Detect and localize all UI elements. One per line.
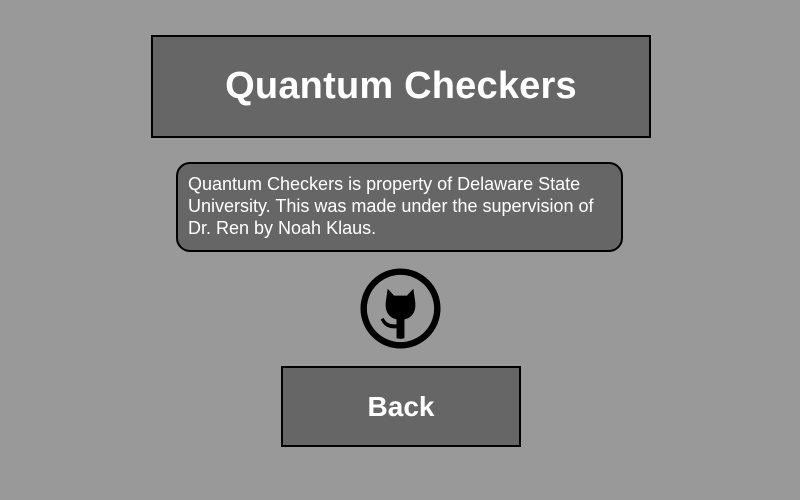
github-icon[interactable] — [359, 267, 442, 350]
github-icon-graphic — [360, 268, 441, 349]
back-button[interactable]: Back — [281, 366, 521, 447]
title-banner: Quantum Checkers — [151, 35, 651, 138]
page-title: Quantum Checkers — [225, 65, 577, 107]
info-text: Quantum Checkers is property of Delaware… — [176, 162, 623, 252]
